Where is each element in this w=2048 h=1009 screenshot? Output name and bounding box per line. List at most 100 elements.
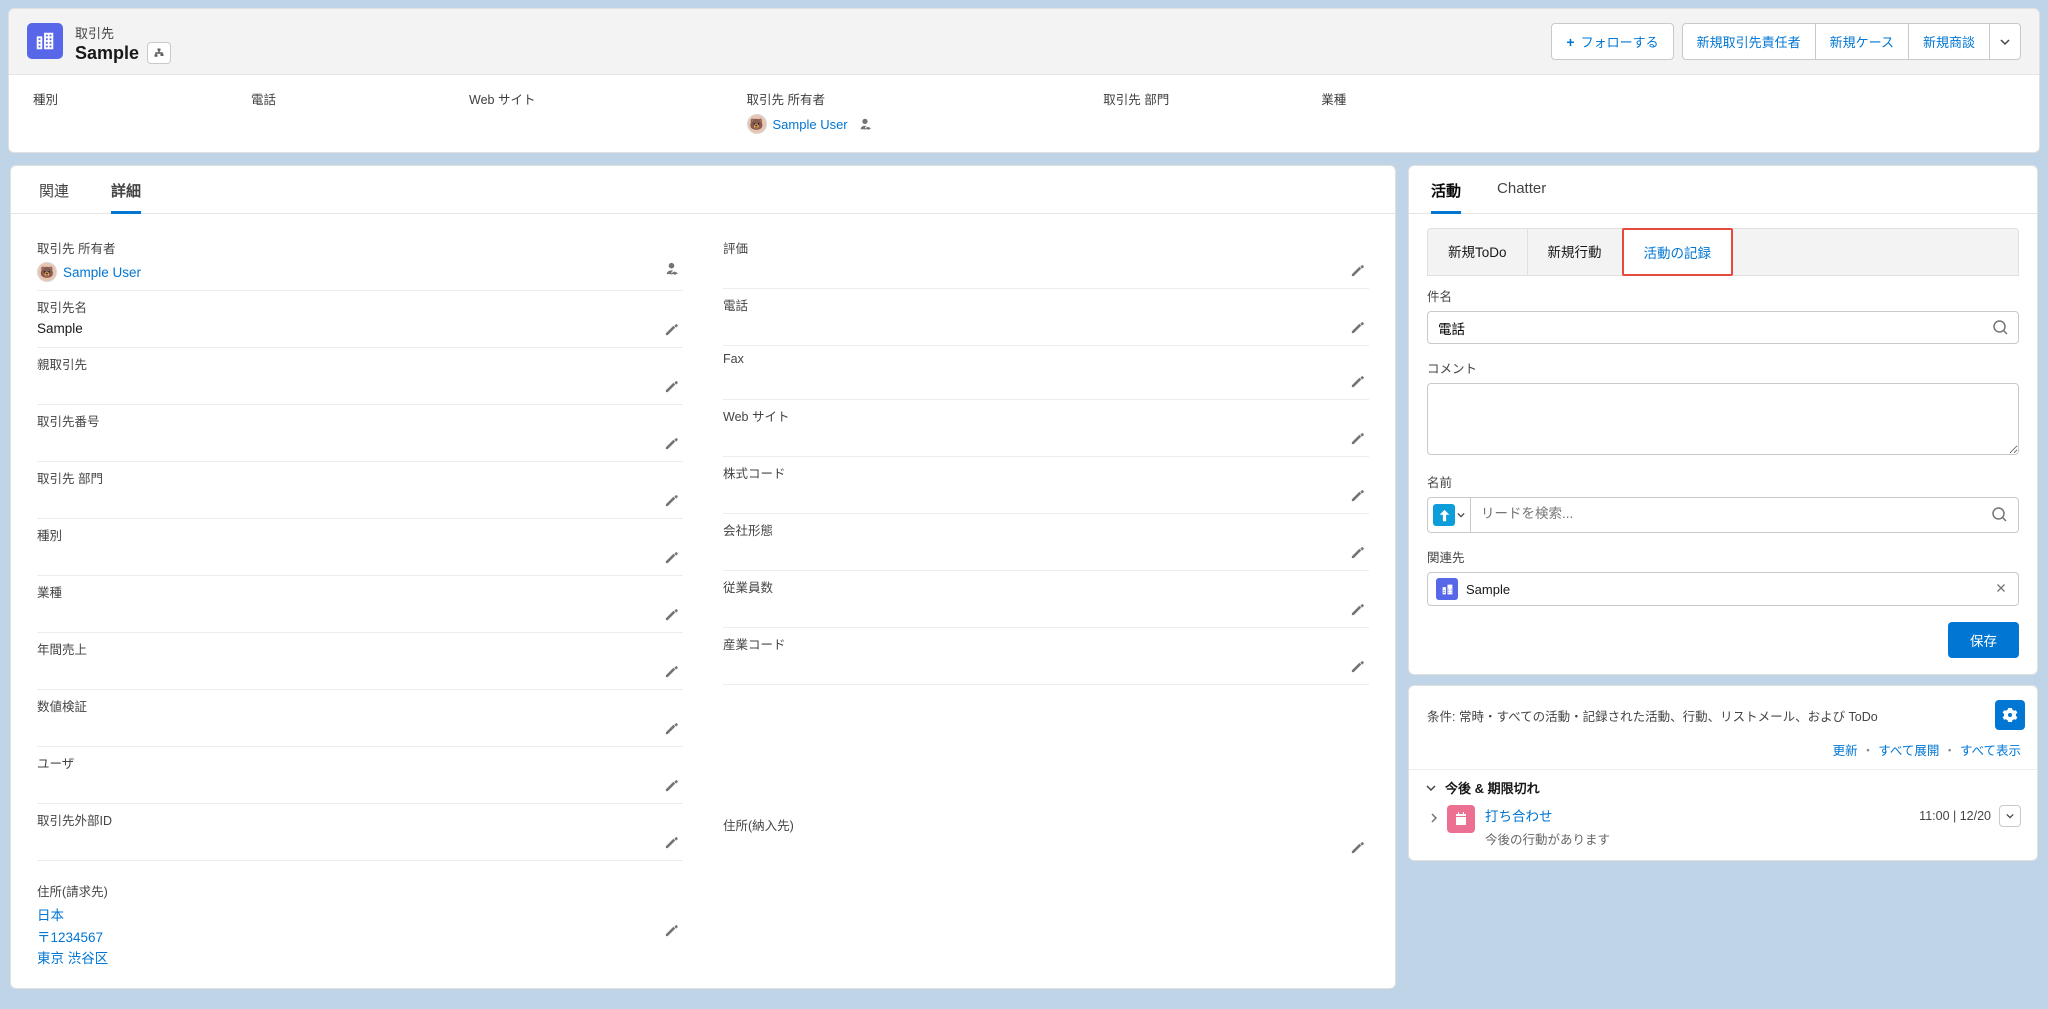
comment-textarea[interactable] [1427, 383, 2019, 455]
fld-billing-label: 住所(請求先) [37, 881, 683, 900]
edit-pencil-icon[interactable] [1350, 602, 1365, 617]
edit-pencil-icon[interactable] [664, 436, 679, 451]
fld-fax-label: Fax [723, 352, 1369, 366]
event-icon [1447, 805, 1475, 833]
edit-pencil-icon[interactable] [1350, 840, 1365, 855]
timeline-item: 打ち合わせ 今後の行動があります 11:00 | 12/20 [1425, 797, 2021, 848]
edit-pencil-icon[interactable] [664, 379, 679, 394]
name-lookup-label: 名前 [1427, 472, 2019, 491]
account-icon [27, 23, 63, 59]
owner-avatar-icon: 🐻 [37, 262, 57, 282]
addr-country[interactable]: 日本 [37, 905, 683, 927]
edit-pencil-icon[interactable] [1350, 320, 1365, 335]
gear-icon [2002, 707, 2018, 723]
related-lookup-label: 関連先 [1427, 547, 2019, 566]
edit-pencil-icon[interactable] [1350, 431, 1365, 446]
search-icon [1993, 320, 2009, 336]
tab-activity[interactable]: 活動 [1431, 180, 1461, 213]
timeline-panel: 条件: 常時・すべての活動・記録された活動、行動、リストメール、および ToDo… [1408, 685, 2038, 861]
fld-type-label: 種別 [37, 525, 683, 544]
chevron-down-icon [1457, 511, 1465, 519]
edit-pencil-icon[interactable] [664, 778, 679, 793]
comment-label: コメント [1427, 358, 2019, 377]
tab-related[interactable]: 関連 [39, 180, 69, 213]
chevron-down-icon [1425, 782, 1437, 794]
fld-name-value: Sample [37, 321, 683, 339]
activity-panel: 活動 Chatter 新規ToDo 新規行動 活動の記録 件名 [1408, 165, 2038, 675]
record-name: Sample [75, 43, 139, 64]
new-case-button[interactable]: 新規ケース [1816, 23, 1909, 60]
detail-panel: 関連 詳細 取引先 所有者 🐻 Sample User 取引先名 [10, 165, 1396, 989]
edit-pencil-icon[interactable] [1350, 263, 1365, 278]
new-contact-button[interactable]: 新規取引先責任者 [1682, 23, 1816, 60]
addr-zip[interactable]: 〒1234567 [37, 927, 683, 949]
new-opportunity-button[interactable]: 新規商談 [1909, 23, 1990, 60]
more-actions-button[interactable] [1990, 23, 2021, 60]
fld-name-label: 取引先名 [37, 297, 683, 316]
edit-pencil-icon[interactable] [1350, 488, 1365, 503]
hl-website-label: Web サイト [469, 89, 746, 108]
edit-pencil-icon[interactable] [664, 550, 679, 565]
subject-label: 件名 [1427, 286, 2019, 305]
link-refresh[interactable]: 更新 [1833, 744, 1858, 758]
change-owner-icon[interactable] [858, 117, 872, 131]
subject-input[interactable] [1427, 311, 2019, 344]
fld-website2-label: Web サイト [723, 406, 1369, 425]
fld-rating-label: 評価 [723, 238, 1369, 257]
follow-button[interactable]: +フォローする [1551, 23, 1673, 60]
timeline-section-header[interactable]: 今後 & 期限切れ [1425, 778, 2021, 797]
edit-pencil-icon[interactable] [664, 923, 679, 938]
fld-shipping-label: 住所(納入先) [723, 815, 1369, 834]
edit-pencil-icon[interactable] [664, 322, 679, 337]
fld-industry-label: 業種 [37, 582, 683, 601]
timeline-item-title[interactable]: 打ち合わせ [1485, 805, 1919, 825]
subtab-log-activity[interactable]: 活動の記録 [1622, 228, 1734, 276]
hl-owner-label: 取引先 所有者 [747, 89, 1104, 108]
fld-owner-value[interactable]: Sample User [63, 265, 141, 280]
related-pill[interactable]: Sample [1427, 572, 2019, 606]
hierarchy-button[interactable] [147, 42, 171, 64]
change-owner-icon[interactable] [664, 261, 679, 276]
edit-pencil-icon[interactable] [664, 664, 679, 679]
subtab-new-event[interactable]: 新規行動 [1528, 229, 1623, 275]
remove-pill-icon[interactable] [1994, 581, 2010, 597]
lead-icon [1433, 504, 1455, 526]
edit-pencil-icon[interactable] [1350, 545, 1365, 560]
expand-item-icon[interactable] [1429, 805, 1447, 826]
owner-avatar-icon: 🐻 [747, 114, 767, 134]
filter-settings-button[interactable] [1995, 700, 2025, 730]
edit-pencil-icon[interactable] [664, 721, 679, 736]
name-lookup-input[interactable] [1481, 506, 2008, 521]
fld-sic-label: 産業コード [723, 634, 1369, 653]
filter-text: 条件: 常時・すべての活動・記録された活動、行動、リストメール、および ToDo [1427, 706, 1878, 725]
timeline-item-time: 11:00 | 12/20 [1919, 809, 1991, 823]
addr-city[interactable]: 東京 渋谷区 [37, 948, 683, 970]
fld-parent-label: 親取引先 [37, 354, 683, 373]
tab-detail[interactable]: 詳細 [111, 180, 141, 213]
subtab-new-todo[interactable]: 新規ToDo [1428, 229, 1528, 275]
link-expand-all[interactable]: すべて展開 [1878, 744, 1939, 758]
record-header: 取引先 Sample +フォローする 新規取引先責任者 新規ケース 新規商談 [8, 8, 2040, 153]
tab-chatter[interactable]: Chatter [1497, 180, 1546, 213]
owner-link[interactable]: Sample User [773, 117, 848, 132]
search-icon [1992, 507, 2008, 523]
account-icon [1436, 578, 1458, 600]
save-button[interactable]: 保存 [1948, 622, 2019, 658]
edit-pencil-icon[interactable] [664, 607, 679, 622]
link-view-all[interactable]: すべて表示 [1960, 744, 2021, 758]
edit-pencil-icon[interactable] [664, 493, 679, 508]
edit-pencil-icon[interactable] [664, 835, 679, 850]
edit-pencil-icon[interactable] [1350, 659, 1365, 674]
highlights-panel: 種別 電話 Web サイト 取引先 所有者 🐻 Sample User 取引先 … [9, 74, 2039, 152]
name-object-selector[interactable] [1427, 497, 1471, 533]
fld-number-label: 取引先番号 [37, 411, 683, 430]
fld-user-label: ユーザ [37, 753, 683, 772]
fld-extid-label: 取引先外部ID [37, 810, 683, 829]
timeline-item-sub: 今後の行動があります [1485, 829, 1919, 848]
fld-employees-label: 従業員数 [723, 577, 1369, 596]
fld-revenue-label: 年間売上 [37, 639, 683, 658]
edit-pencil-icon[interactable] [1350, 374, 1365, 389]
fld-numval-label: 数値検証 [37, 696, 683, 715]
timeline-item-menu[interactable] [1999, 805, 2021, 827]
chevron-down-icon [2000, 37, 2010, 47]
